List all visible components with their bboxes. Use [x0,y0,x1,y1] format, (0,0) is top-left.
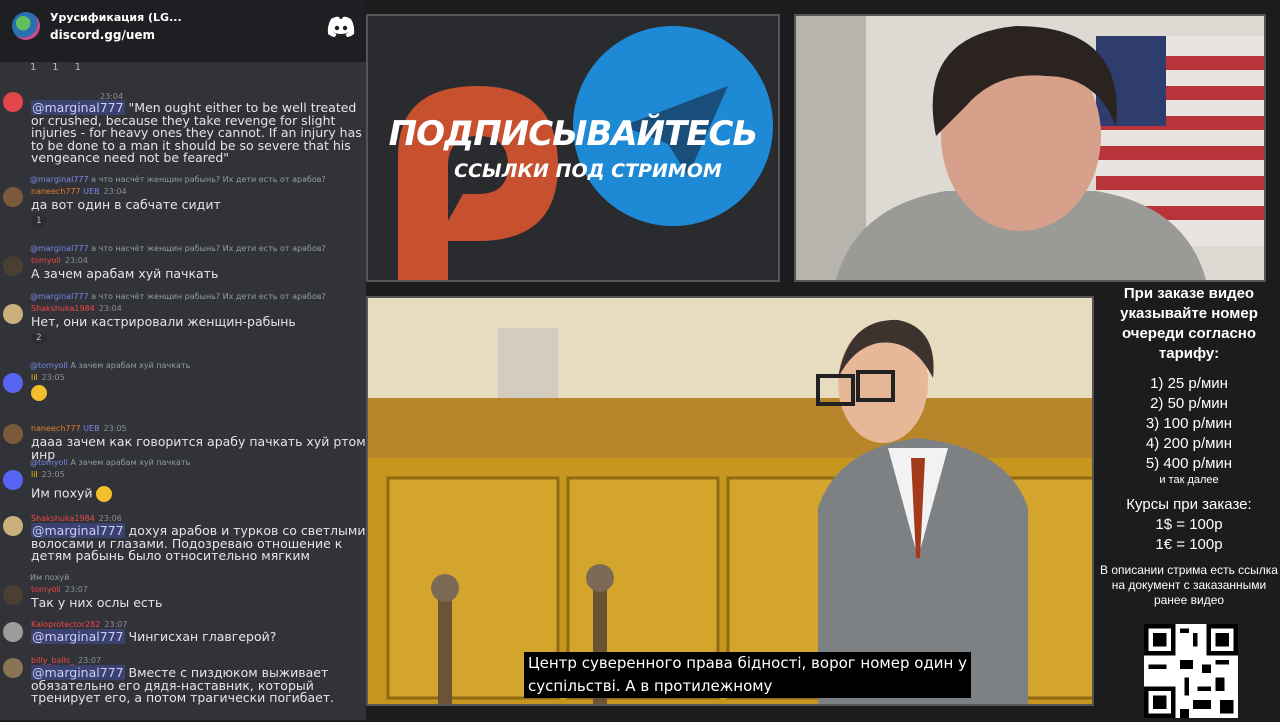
reply-preview[interactable]: @tomyoll А зачем арабам хуй пачкать [30,458,190,467]
username[interactable]: Kaloprotector282 23:07 [31,620,127,629]
message-body: А зачем арабам хуй пачкать [31,266,219,281]
reply-preview[interactable]: @marginal777 а что насчёт женщин рабынь?… [30,244,326,253]
reaction-count[interactable]: 1 [30,62,36,73]
reply-preview[interactable]: @tomyoll А зачем арабам хуй пачкать [30,361,190,370]
tariff-1: 1) 25 р/мин [1150,375,1228,392]
webcam-panel [794,14,1266,282]
reply-preview[interactable]: @marginal777 а что насчёт женщин рабынь?… [30,175,326,184]
top-reactions: 1 1 1 [30,62,81,73]
avatar[interactable] [3,187,23,207]
server-invite-link[interactable]: discord.gg/uem [50,28,155,42]
reaction[interactable]: 1 [31,215,51,227]
message-body: Им похуй [31,486,366,502]
description-note: В описании стрима есть ссылка на докумен… [1100,563,1278,607]
course-usd: 1$ = 100р [1155,516,1223,533]
discord-logo-icon [327,16,355,37]
server-icon [12,12,40,40]
message-body: @marginal777 Чингисхан главгерой? [31,629,277,644]
tariff-2: 2) 50 р/мин [1150,395,1228,412]
courses-title: Курсы при заказе: [1126,496,1252,513]
avatar[interactable] [3,658,23,678]
order-info: При заказе видео указывайте номер очеред… [1098,284,1280,608]
reaction-count[interactable]: 1 [52,62,58,73]
username[interactable]: Shakshuka1984 23:06 [31,514,122,523]
game-scene [368,298,1092,704]
avatar[interactable] [3,256,23,276]
reply-preview[interactable]: @marginal777 а что насчёт женщин рабынь?… [30,292,326,301]
qr-code[interactable] [1144,624,1238,718]
tariff-4: 4) 200 р/мин [1145,435,1233,452]
username[interactable]: lil 23:05 [31,373,65,382]
laughing-emoji-icon [31,385,47,401]
user-mention[interactable]: @marginal777 [31,629,125,644]
game-video-panel: Центр суверенного права бідності, ворог … [366,296,1094,706]
username[interactable]: naneech777 UEB 23:04 [31,187,127,196]
message-body: да вот один в сабчате сидит [31,197,221,212]
reaction-count[interactable]: 1 [75,62,81,73]
avatar[interactable] [3,622,23,642]
subtitle-line: Центр суверенного права бідності, ворог … [528,654,967,672]
promo-title: ПОДПИСЫВАЙТЕСЬ [388,114,759,154]
username[interactable]: lil 23:05 [31,470,65,479]
chat-header: Урусификация (LG... discord.gg/uem [0,0,366,62]
message-body [31,385,366,401]
server-name: Урусификация (LG... [50,11,182,24]
order-intro: При заказе видео указывайте номер очеред… [1120,285,1258,362]
promo-subtitle: ССЫЛКИ ПОД СТРИМОМ [454,160,722,182]
avatar[interactable] [3,516,23,536]
message-body: Так у них ослы есть [31,595,163,610]
chat-panel: Урусификация (LG... discord.gg/uem 1 1 1… [0,0,366,720]
webcam-feed [796,16,1264,280]
promo-panel: ПОДПИСЫВАЙТЕСЬ ССЫЛКИ ПОД СТРИМОМ [366,14,780,282]
qr-code-icon [1144,624,1238,718]
avatar[interactable] [3,373,23,393]
message-body: @marginal777 дохуя арабов и турков со св… [31,523,366,563]
laughing-emoji-icon [96,486,113,502]
tariff-etc: и так далее [1159,474,1219,486]
subtitle-line: суспільстві. А в протилежному [528,677,773,695]
course-eur: 1€ = 100р [1155,536,1223,553]
tariff-5: 5) 400 р/мин [1145,455,1233,472]
message-body: Нет, они кастрировали женщин-рабынь [31,314,296,329]
avatar[interactable] [3,304,23,324]
pillar [498,328,558,398]
avatar [3,92,23,112]
reply-preview[interactable]: Им похуй [30,573,69,582]
username[interactable]: naneech777 UEB 23:05 [31,424,127,433]
avatar[interactable] [3,424,23,444]
reaction[interactable]: 2 [31,332,51,344]
message-body: @marginal777 Вместе с пиздюком выживает … [31,665,335,705]
username[interactable]: tomyoll 23:04 [31,256,88,265]
avatar[interactable] [3,470,23,490]
message-body: @marginal777 "Men ought either to be wel… [31,100,362,165]
tariff-3: 3) 100 р/мин [1145,415,1233,432]
avatar[interactable] [3,585,23,605]
username[interactable]: Shakshuka1984 23:04 [31,304,122,313]
video-subtitle: Центр суверенного права бідності, ворог … [524,652,971,698]
username[interactable]: billy_balls_ 23:07 [31,656,101,665]
username[interactable]: tomyoll 23:07 [31,585,88,594]
